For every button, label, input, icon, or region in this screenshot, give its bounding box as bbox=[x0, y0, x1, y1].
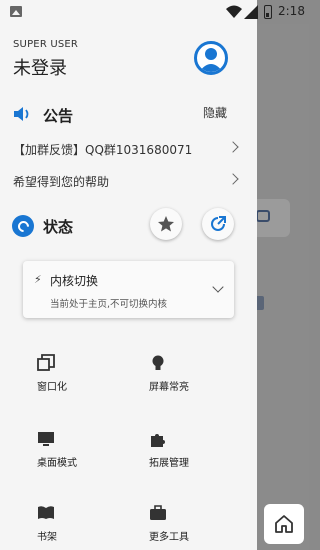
home-icon bbox=[275, 515, 293, 533]
menu-item-more-tools[interactable]: 更多工具 bbox=[149, 504, 239, 544]
user-label: SUPER USER bbox=[13, 39, 79, 50]
home-button[interactable] bbox=[264, 504, 304, 544]
signal-icon bbox=[244, 5, 258, 19]
speaker-icon bbox=[14, 107, 29, 121]
navigation-drawer: SUPER USER 未登录 公告 隐藏 【加群反馈】QQ群1031680071… bbox=[0, 24, 257, 550]
battery-icon bbox=[264, 5, 272, 19]
kernel-switch-card[interactable]: ⚡ 内核切换 当前处于主页,不可切换内核 bbox=[23, 261, 234, 318]
menu-item-label: 桌面模式 bbox=[37, 458, 77, 469]
menu-item-screen-on[interactable]: 屏幕常亮 bbox=[149, 354, 239, 394]
menu-item-extensions[interactable]: 拓展管理 bbox=[149, 430, 239, 470]
camera-icon bbox=[256, 210, 270, 222]
monitor-icon bbox=[38, 432, 54, 446]
external-link-icon bbox=[211, 216, 226, 231]
window-icon bbox=[37, 354, 55, 371]
menu-item-label: 拓展管理 bbox=[149, 458, 189, 469]
user-name[interactable]: 未登录 bbox=[13, 54, 67, 80]
notice-link-text: 希望得到您的帮助 bbox=[13, 175, 110, 189]
notice-link-text: 【加群反馈】QQ群1031680071 bbox=[13, 143, 193, 157]
puzzle-icon bbox=[151, 434, 165, 447]
notice-link-help[interactable]: 希望得到您的帮助 bbox=[0, 166, 257, 196]
status-refresh-icon bbox=[12, 215, 34, 237]
user-avatar-icon bbox=[199, 48, 223, 72]
wifi-icon bbox=[226, 5, 242, 18]
bolt-icon: ⚡ bbox=[34, 273, 42, 286]
image-notification-icon bbox=[10, 6, 22, 17]
status-bar: 2:18 bbox=[0, 0, 309, 24]
share-button[interactable] bbox=[202, 208, 234, 240]
menu-item-label: 窗口化 bbox=[37, 382, 67, 393]
toolbox-icon bbox=[150, 505, 166, 520]
kernel-title: 内核切换 bbox=[50, 274, 99, 288]
menu-item-label: 屏幕常亮 bbox=[149, 382, 189, 393]
notice-link-qq-group[interactable]: 【加群反馈】QQ群1031680071 bbox=[0, 134, 257, 164]
star-icon bbox=[158, 216, 174, 232]
bulb-icon bbox=[152, 355, 164, 370]
menu-item-label: 更多工具 bbox=[149, 532, 189, 543]
book-icon bbox=[38, 506, 54, 519]
chevron-right-icon bbox=[227, 141, 239, 153]
hide-notice-button[interactable]: 隐藏 bbox=[203, 104, 227, 121]
menu-item-desktop-mode[interactable]: 桌面模式 bbox=[37, 430, 127, 470]
menu-item-window-mode[interactable]: 窗口化 bbox=[37, 354, 127, 394]
menu-item-bookshelf[interactable]: 书架 bbox=[37, 504, 127, 544]
status-title: 状态 bbox=[43, 218, 74, 236]
avatar[interactable] bbox=[194, 41, 228, 75]
chevron-down-icon bbox=[212, 281, 224, 293]
favorite-button[interactable] bbox=[150, 208, 182, 240]
kernel-subtitle: 当前处于主页,不可切换内核 bbox=[50, 299, 168, 310]
status-time: 2:18 bbox=[278, 4, 305, 18]
notice-title: 公告 bbox=[43, 107, 74, 125]
chevron-right-icon bbox=[227, 173, 239, 185]
menu-item-label: 书架 bbox=[37, 532, 57, 543]
